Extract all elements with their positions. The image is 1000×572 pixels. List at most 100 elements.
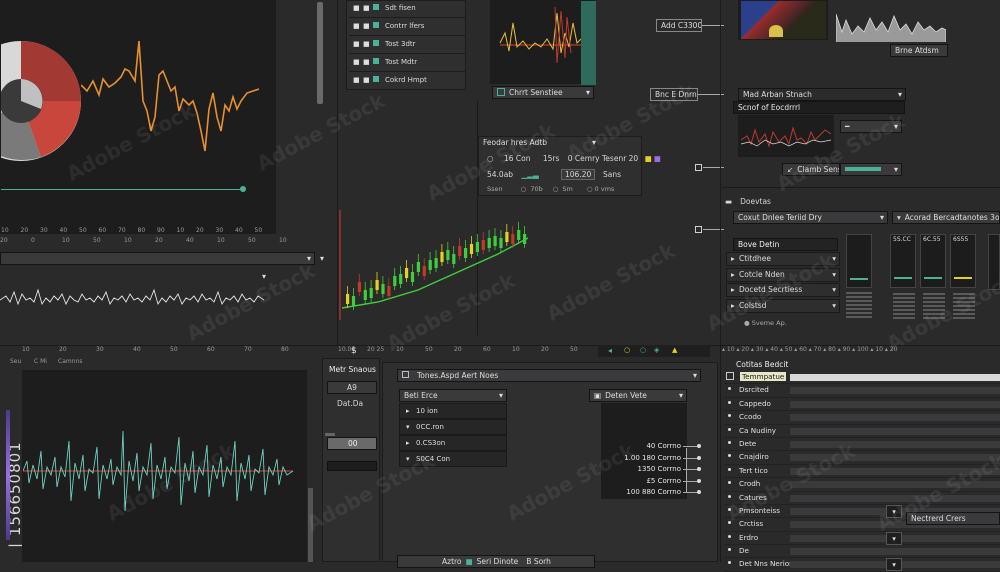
chevron-down-icon[interactable]: ▾ (832, 269, 836, 281)
padlock-icon[interactable]: ■ (645, 154, 652, 163)
settings-row-3: Ssen ○ 70b ○ Sm ○ 0 vms (487, 185, 615, 193)
tones-row[interactable]: ▸ 10 ion (399, 403, 507, 419)
circle-icon: ○ (487, 154, 494, 163)
meter-button-2[interactable]: 00 (327, 437, 377, 450)
chevron-down-icon[interactable]: ▾ (832, 284, 836, 296)
collapse-icon[interactable]: ▬ (725, 197, 732, 206)
visibility-icon[interactable]: ■ (353, 18, 363, 35)
teal-slider-handle[interactable] (240, 186, 246, 192)
property-row[interactable]: Det Nns Nerios ▾ (724, 558, 1000, 572)
lock-icon[interactable]: ■ (363, 36, 373, 53)
property-row[interactable]: Catures (724, 492, 1000, 505)
chevron-down-icon[interactable]: ▾ (886, 531, 902, 545)
details-item[interactable]: ▸ Ctitdhee ▾ (726, 252, 840, 266)
candle-body (505, 232, 509, 242)
visibility-icon[interactable]: ■ (353, 54, 363, 71)
scrollbar-vertical[interactable] (308, 488, 313, 562)
property-row[interactable]: De (724, 545, 1000, 559)
chevron-down-icon[interactable]: ▾ (886, 504, 902, 518)
candle-body (351, 296, 356, 306)
node-checkbox[interactable] (695, 164, 702, 171)
visibility-icon[interactable]: ■ (353, 0, 363, 17)
tones-row[interactable]: ▾ S0C4 Con (399, 451, 507, 467)
meter-input[interactable] (327, 461, 377, 471)
expand-icon[interactable]: ▸ (406, 404, 416, 418)
layer-row[interactable]: ■ ■ Contrr lfers (349, 18, 465, 36)
rewind-icon[interactable]: ◂ (608, 346, 612, 355)
stop-icon[interactable]: ▲ (672, 346, 677, 354)
tones-row[interactable]: ▸ 0.CS3on (399, 435, 507, 451)
layer-row[interactable]: ■ ■ Sdt fisen (349, 0, 465, 18)
visibility-icon[interactable]: ■ (353, 72, 363, 89)
node-checkbox[interactable] (695, 226, 702, 233)
chevron-down-icon[interactable]: ▾ (320, 254, 324, 263)
play-icon[interactable]: ○ (624, 346, 630, 354)
candlestick-chart (339, 210, 529, 320)
yellow-mark (769, 25, 783, 37)
property-row[interactable]: Cappedo (724, 398, 1000, 412)
settings-row-2: 54.0ab ▁▂▃ 106.20 Sans (487, 169, 622, 180)
forward-icon[interactable]: ◈ (654, 346, 659, 354)
visibility-icon[interactable]: ■ (353, 36, 363, 53)
meter-button-1[interactable]: A9 (327, 381, 377, 394)
clamp-button[interactable]: ↙ Clamb Sens (782, 163, 840, 176)
details-item[interactable]: ▸ Colstsd ▾ (726, 298, 840, 313)
lock-icon[interactable]: ■ (363, 72, 373, 89)
candle-body (416, 262, 420, 272)
checkbox-icon[interactable] (726, 372, 734, 380)
track-dropdown[interactable] (0, 252, 315, 265)
progress-dropdown[interactable] (840, 163, 902, 176)
expand-icon[interactable]: ▾ (406, 420, 416, 434)
lock-icon[interactable]: ■ (363, 54, 373, 71)
chevron-down-icon[interactable]: ▾ (832, 253, 836, 265)
property-row[interactable]: Dete (724, 438, 1000, 452)
mini-dropdown[interactable]: ━ (840, 120, 902, 133)
tones-row-label: 10 ion (416, 407, 438, 415)
layer-row[interactable]: ■ ■ Tost 3dtr (349, 36, 465, 54)
scrollbar-vertical[interactable] (317, 2, 323, 104)
details-item[interactable]: ▸ Docetd Secrtiess ▾ (726, 283, 840, 298)
chart-style-dropdown[interactable]: Chrrt Senstiee (492, 86, 594, 99)
gauge[interactable]: 5S.CC (890, 234, 916, 319)
property-row[interactable]: Cnajdiro (724, 451, 1000, 465)
tones-row[interactable]: ▾ 0CC.ron (399, 419, 507, 435)
chevron-down-icon[interactable]: ▾ (886, 558, 902, 572)
chevron-down-icon[interactable]: ▾ (832, 300, 836, 312)
layer-type-icon (373, 76, 379, 82)
property-label: Cappedo (739, 398, 771, 408)
layer-row[interactable]: ■ ■ Tost Mdtr (349, 54, 465, 72)
batch-dropdown[interactable]: Beti Erce (399, 389, 507, 402)
property-row[interactable]: Ccodo (724, 411, 1000, 425)
expand-icon[interactable]: ▸ (406, 436, 416, 450)
lock-icon[interactable]: ■ (363, 18, 373, 35)
tick-label: 20 25 (367, 346, 385, 353)
details-item[interactable]: ▸ Cotcle Nden ▾ (726, 267, 840, 282)
device-dropdown-2[interactable]: ▾ Acorad Bercadtanotes 3o (892, 211, 1000, 224)
lock-icon[interactable]: ■ (363, 0, 373, 17)
teal-slider-track[interactable] (1, 189, 243, 190)
tones-header-dropdown[interactable]: Tones.Aspd Aert Noes (397, 369, 701, 382)
slider-track[interactable] (325, 433, 335, 436)
property-row[interactable]: Crodh (724, 478, 1000, 492)
color-swatch-icon[interactable]: ■ (654, 154, 661, 163)
expand-icon[interactable]: ▾ (406, 452, 416, 466)
gauge-value: 6S55 (953, 236, 969, 243)
dollar-icon[interactable]: $ (351, 346, 357, 356)
gauge[interactable]: 6C.55 (920, 234, 946, 319)
property-label: Dsrcited (739, 385, 769, 395)
save-button[interactable]: ● Sveme Ap. (744, 319, 787, 327)
property-row[interactable]: Ca Nudiny (724, 425, 1000, 438)
value-dropdown[interactable]: ▣ Deten Vete (589, 389, 687, 402)
gauge[interactable]: 6S55 (950, 234, 976, 319)
property-row[interactable]: Tert tico (724, 465, 1000, 479)
source-dropdown[interactable]: Mad Arban Stnach (738, 88, 906, 101)
orange-line-series (81, 40, 260, 152)
bullet-icon (728, 494, 731, 498)
settings-header-dropdown[interactable]: Feodar hres Adtb (479, 137, 599, 150)
layer-row[interactable]: ■ ■ Cokrd Hmpt (349, 72, 465, 90)
device-dropdown-1[interactable]: Coxut Dnlee Teriid Dry (733, 211, 888, 224)
property-row[interactable]: Dsrcited (724, 384, 1000, 398)
property-row[interactable]: Temmpatue (724, 371, 1000, 385)
property-row[interactable]: Erdro ▾ (724, 531, 1000, 546)
record-icon[interactable]: ○ (640, 346, 646, 354)
